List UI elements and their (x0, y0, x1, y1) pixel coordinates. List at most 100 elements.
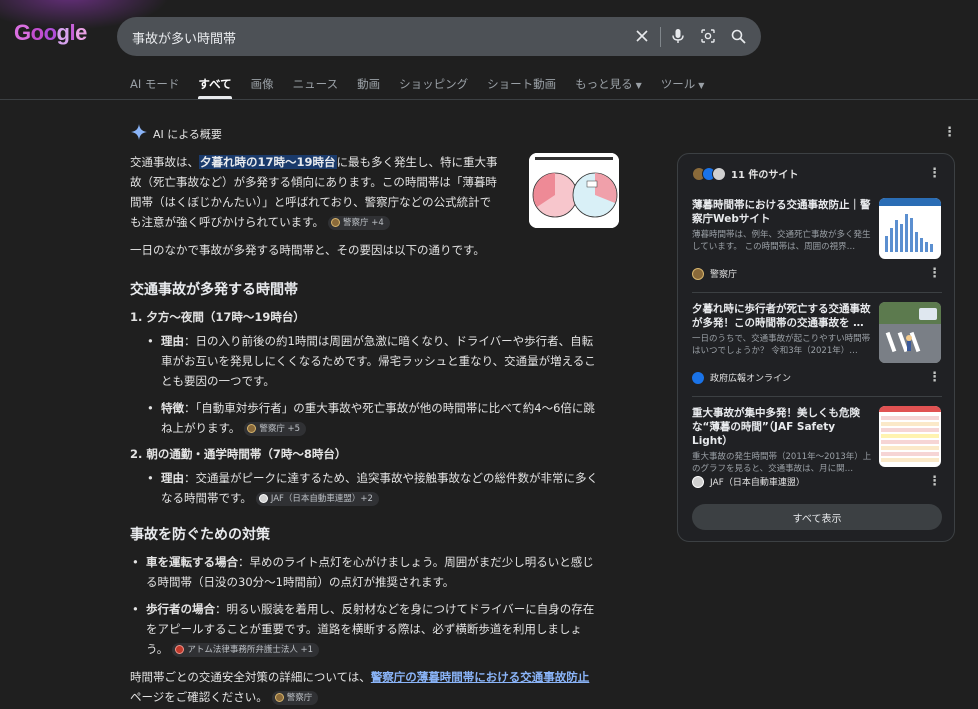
sparkle-icon (131, 124, 147, 144)
source-chip[interactable]: 警察庁 +5 (244, 421, 307, 436)
bullet-text: ：「自動車対歩行者」の重大事故や死亡事故が他の時間帯に比べて約4〜6倍に跳 (184, 401, 595, 415)
intro-line: 交通事故は、夕暮れ時の17時〜19時台に最も多く発生し、特に重大事 (130, 152, 622, 172)
jaf-logo-icon (712, 166, 726, 181)
bullet-text: ：日の入り前後の約1時間は周囲が急激に暗くなり、ドライバーや歩行者、自転 (184, 334, 594, 348)
tab-short-videos[interactable]: ショート動画 (487, 76, 556, 96)
source-chip-label: アトム法律事務所弁護士法人 +1 (187, 644, 314, 655)
source-card-thumbnail[interactable] (879, 302, 941, 363)
bullet-text: ：明るい服装を着用し、反射材などを身につけてドライバーに自身の存在 (215, 602, 595, 616)
list-line: る時間帯（日没の30分〜1時間前）の点灯が推奨されます。 (146, 575, 455, 589)
tab-videos[interactable]: 動画 (357, 76, 380, 96)
source-chip[interactable]: 警察庁 (271, 690, 319, 705)
gov-online-icon (692, 371, 704, 384)
tab-more-label: もっと見る (575, 77, 633, 91)
bullet-list: 理由：日の入り前後の約1時間は周囲が急激に暗くなり、ドライバーや歩行者、自転 車… (130, 331, 622, 438)
source-card-thumbnail[interactable] (879, 198, 941, 259)
divider (692, 292, 942, 293)
source-card[interactable]: 薄暮時間帯における交通事故防止｜警察庁Webサイト 薄暮時間帯は、例年、交通死亡… (692, 198, 942, 283)
jaf-logo-icon (692, 475, 704, 488)
list-line: 理由：交通量がピークに達するため、追突事故や接触事故などの総件数が非常に多く (161, 468, 622, 488)
list-item: 理由：交通量がピークに達するため、追突事故や接触事故などの総件数が非常に多く な… (145, 468, 622, 508)
list-line: とも要因の一つです。 (161, 374, 275, 388)
closing-paragraph: 時間帯ごとの交通安全対策の詳細については、警察庁の薄暮時間帯における交通事故防止… (130, 667, 622, 707)
search-icon[interactable] (728, 26, 748, 46)
ai-overview-title: AI による概要 (153, 128, 222, 141)
list-line: 理由：日の入り前後の約1時間は周囲が急激に暗くなり、ドライバーや歩行者、自転 (161, 331, 622, 351)
more-options-icon[interactable]: ⋮ (928, 266, 941, 281)
list-line: をアピールすることが重要です。道路を横断する際は、必ず横断歩道を利用しましょ (146, 622, 582, 636)
source-card-site-name: 政府広報オンライン (710, 374, 792, 384)
tab-more[interactable]: もっと見る ▼ (575, 76, 642, 96)
chevron-down-icon: ▼ (635, 81, 642, 90)
source-card-title[interactable]: 薄暮時間帯における交通事故防止｜警察庁Webサイト (692, 198, 874, 226)
source-card-site[interactable]: 警察庁 (692, 267, 737, 280)
chevron-down-icon: ▼ (698, 81, 705, 90)
search-box[interactable]: 事故が多い時間帯 (117, 17, 761, 56)
ai-overview-body: 交通事故は、夕暮れ時の17時〜19時台に最も多く発生し、特に重大事 故（死亡事故… (130, 152, 622, 707)
logo-letter: o (30, 20, 44, 45)
divider (692, 396, 942, 397)
list-item: 特徴：「自動車対歩行者」の重大事故や死亡事故が他の時間帯に比べて約4〜6倍に跳 … (145, 398, 622, 438)
logo-letter: G (14, 20, 31, 45)
police-agency-link[interactable]: 警察庁の薄暮時間帯における交通事故防止 (371, 670, 590, 684)
source-card-title[interactable]: 夕暮れ時に歩行者が死亡する交通事故が多発！この時間帯の交通事故を … (692, 302, 874, 330)
source-chip[interactable]: 警察庁 +4 (328, 215, 390, 230)
tab-ai-mode[interactable]: AI モード (130, 76, 179, 96)
intro-line: 故（死亡事故など）が多発する傾向にあります。この時間帯は「薄暮時 (130, 175, 497, 189)
bullet-text: ね上がります。 (161, 421, 241, 435)
more-options-icon[interactable]: ⋮ (928, 370, 941, 385)
ai-overview-header: AI による概要 (131, 124, 222, 144)
closing-line: 時間帯ごとの交通安全対策の詳細については、警察庁の薄暮時間帯における交通事故防止 (130, 667, 622, 687)
law-firm-logo-icon (175, 645, 185, 654)
tab-tools-label: ツール (660, 77, 696, 91)
sources-count: 11 件のサイト (731, 170, 799, 181)
source-card[interactable]: 夕暮れ時に歩行者が死亡する交通事故が多発！この時間帯の交通事故を … 一日のうち… (692, 302, 942, 387)
microphone-icon[interactable] (668, 26, 688, 46)
police-badge-icon (247, 424, 257, 433)
intro-paragraph: 交通事故は、夕暮れ時の17時〜19時台に最も多く発生し、特に重大事 故（死亡事故… (130, 152, 622, 232)
more-options-icon[interactable]: ⋮ (943, 125, 956, 140)
source-card-site-name: JAF（日本自動車連盟） (710, 478, 805, 488)
search-tabs: AI モード すべて 画像 ニュース 動画 ショッピング ショート動画 もっと見… (130, 76, 723, 99)
list-item-heading: 2. 朝の通勤・通学時間帯（7時〜8時台） (130, 447, 347, 461)
tab-news[interactable]: ニュース (293, 76, 338, 96)
source-card-site[interactable]: 政府広報オンライン (692, 371, 791, 384)
source-chip-label: 警察庁 (286, 692, 313, 703)
source-chip[interactable]: JAF（日本自動車連盟）+2 (255, 491, 379, 506)
police-badge-icon (692, 267, 704, 280)
list-line: 歩行者の場合：明るい服装を着用し、反射材などを身につけてドライバーに自身の存在 (146, 599, 622, 619)
logo-letter: o (43, 20, 57, 45)
source-card-snippet: 重大事故の発生時間帯（2011年〜2013年）上のグラフを見ると、交通事故は、月… (692, 452, 872, 474)
logo-letter: e (75, 20, 87, 45)
bullet-text: ：早めのライト点灯を心がけましょう。周囲がまだ少し明るいと感じ (238, 555, 594, 569)
header: Google 事故が多い時間帯 AI モード すべて 画像 ニュース 動画 ショ… (0, 0, 978, 100)
show-all-button[interactable]: すべて表示 (692, 504, 942, 530)
source-chip[interactable]: アトム法律事務所弁護士法人 +1 (172, 642, 320, 657)
section-heading: 事故を防ぐための対策 (130, 527, 270, 543)
tab-tools[interactable]: ツール ▼ (661, 76, 705, 96)
camera-lens-icon[interactable] (698, 26, 718, 46)
closing-text: 時間帯ごとの交通安全対策の詳細については、 (130, 670, 371, 684)
tab-all[interactable]: すべて (198, 76, 232, 99)
source-card-site[interactable]: JAF（日本自動車連盟） (692, 475, 805, 488)
source-card-snippet: 薄暮時間帯は、例年、交通死亡事故が多く発生しています。 この時間帯は、周囲の視界… (692, 230, 871, 252)
tab-images[interactable]: 画像 (251, 76, 274, 96)
clear-icon[interactable] (632, 26, 652, 46)
police-badge-icon (331, 218, 341, 227)
more-options-icon[interactable]: ⋮ (928, 474, 941, 489)
intro-line: 間帯（はくぼじかんたい）」と呼ばれており、警察庁などの公式統計で (130, 195, 492, 209)
source-card-thumbnail[interactable] (879, 406, 941, 467)
source-card[interactable]: 重大事故が集中多発！美しくも危険な“薄暮の時間”（JAF Safety Ligh… (692, 406, 942, 491)
google-logo[interactable]: Google (14, 20, 87, 46)
intro-text: も注意が強く呼びかけられています。 (130, 215, 325, 229)
source-card-title[interactable]: 重大事故が集中多発！美しくも危険な“薄暮の時間”（JAF Safety Ligh… (692, 406, 874, 448)
tab-shopping[interactable]: ショッピング (399, 76, 468, 96)
source-chip-label: 警察庁 +4 (343, 217, 384, 228)
list-item: 歩行者の場合：明るい服装を着用し、反射材などを身につけてドライバーに自身の存在 … (130, 599, 622, 659)
highlighted-answer: 夕暮れ時の17時〜19時台 (199, 155, 337, 169)
more-options-icon[interactable]: ⋮ (928, 166, 941, 181)
search-input[interactable]: 事故が多い時間帯 (132, 28, 236, 47)
search-divider (660, 27, 661, 47)
source-card-snippet: 一日のうちで、交通事故が起こりやすい時間帯はいつでしょうか？ 令和3年（2021… (692, 334, 871, 356)
summary-paragraph: 一日のなかで事故が多発する時間帯と、その要因は以下の通りです。 (130, 243, 485, 257)
